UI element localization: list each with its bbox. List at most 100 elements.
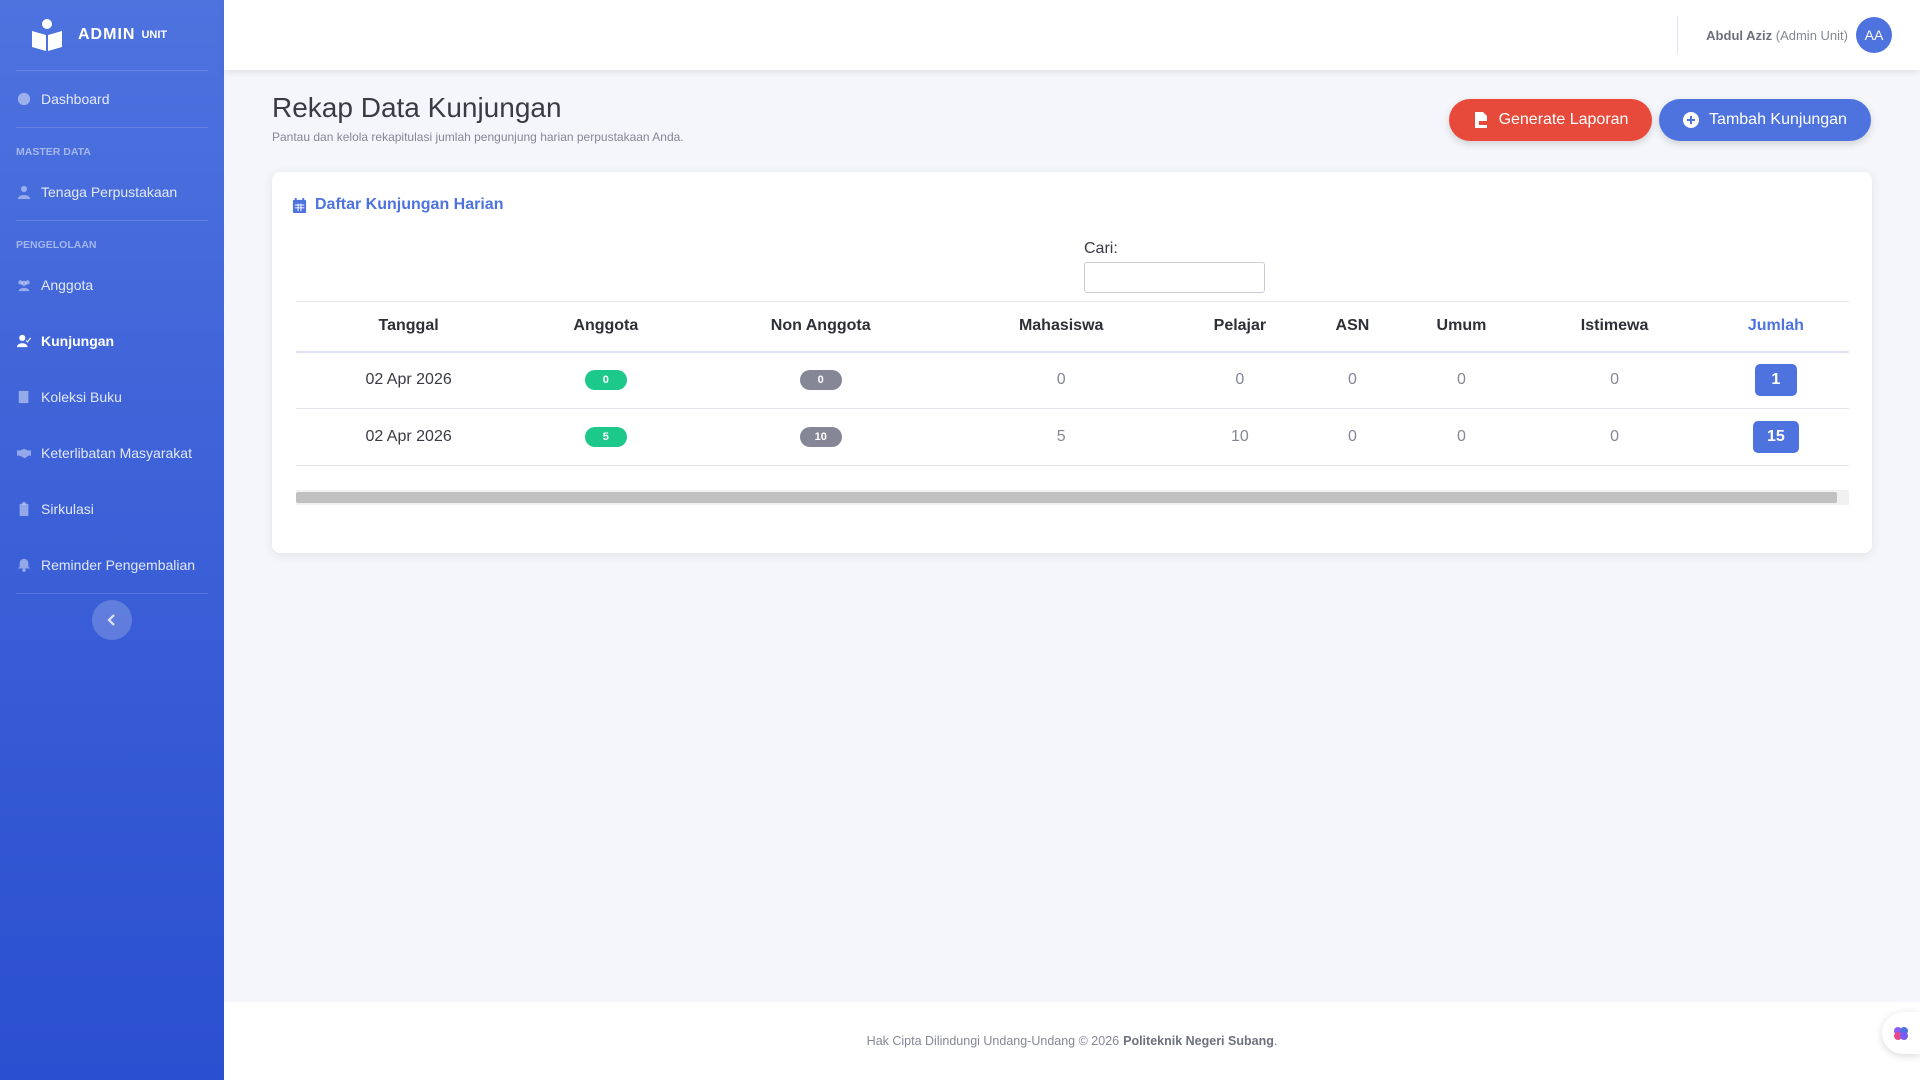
handshake-icon xyxy=(16,445,32,461)
sidebar-item-kunjungan[interactable]: Kunjungan xyxy=(0,313,224,369)
card-title: Daftar Kunjungan Harian xyxy=(292,196,503,214)
divider xyxy=(16,593,208,594)
footer-org: Politeknik Negeri Subang xyxy=(1123,1034,1274,1048)
cell-pelajar: 10 xyxy=(1171,408,1309,466)
sidebar-item-tenaga-perpustakaan[interactable]: Tenaga Perpustakaan xyxy=(0,164,224,220)
scrollbar-thumb[interactable] xyxy=(296,492,1837,503)
user-name: Abdul Aziz xyxy=(1706,27,1773,43)
jumlah-badge: 15 xyxy=(1752,421,1799,453)
cell-date: 02 Apr 2026 xyxy=(296,408,522,466)
table-header-row: Tanggal Anggota Non Anggota Mahasiswa Pe… xyxy=(296,301,1849,352)
bell-icon xyxy=(16,557,32,573)
sidebar-item-sirkulasi[interactable]: Sirkulasi xyxy=(0,481,224,537)
page-title: Rekap Data Kunjungan xyxy=(272,92,562,123)
non-anggota-badge: 10 xyxy=(799,427,842,447)
brand[interactable]: ADMIN UNIT xyxy=(0,0,224,70)
cell-non-anggota: 10 xyxy=(690,408,951,466)
footer: Hak Cipta Dilindungi Undang-Undang © 202… xyxy=(224,1002,1920,1080)
sidebar-toggle-button[interactable] xyxy=(92,600,132,640)
column-header-umum[interactable]: Umum xyxy=(1397,302,1527,352)
topbar: Abdul Aziz (Admin Unit) AA xyxy=(224,0,1920,70)
column-header-tanggal[interactable]: Tanggal xyxy=(296,302,521,352)
clipboard-icon xyxy=(16,501,32,517)
sidebar-item-label: Keterlibatan Masyarakat xyxy=(41,445,192,461)
section-heading-master-data: MASTER DATA xyxy=(16,146,91,158)
section-heading-pengelolaan: PENGELOLAAN xyxy=(16,239,97,251)
card-title-text: Daftar Kunjungan Harian xyxy=(315,196,504,213)
search-input[interactable] xyxy=(1084,262,1265,293)
column-header-non-anggota[interactable]: Non Anggota xyxy=(690,302,950,352)
horizontal-scrollbar[interactable] xyxy=(296,490,1849,505)
cell-mahasiswa: 5 xyxy=(950,408,1172,466)
sidebar-item-reminder-pengembalian[interactable]: Reminder Pengembalian xyxy=(0,537,224,593)
cell-mahasiswa: 0 xyxy=(950,351,1172,409)
book-icon xyxy=(16,389,32,405)
cell-umum: 0 xyxy=(1396,351,1527,409)
column-header-asn[interactable]: ASN xyxy=(1308,302,1396,352)
chevron-left-icon xyxy=(107,614,115,626)
visits-table: Tanggal Anggota Non Anggota Mahasiswa Pe… xyxy=(296,301,1849,466)
cell-anggota: 5 xyxy=(521,408,691,466)
cell-jumlah: 15 xyxy=(1702,408,1849,466)
add-visit-button[interactable]: Tambah Kunjungan xyxy=(1659,99,1871,141)
anggota-badge: 0 xyxy=(584,370,627,391)
column-header-pelajar[interactable]: Pelajar xyxy=(1171,302,1308,352)
topbar-divider xyxy=(1677,16,1678,54)
cell-anggota: 0 xyxy=(521,351,691,409)
cell-date: 02 Apr 2026 xyxy=(296,351,522,409)
brand-name: ADMIN xyxy=(78,26,136,43)
sidebar-item-label: Reminder Pengembalian xyxy=(41,557,196,573)
page-subtitle: Pantau dan kelola rekapitulasi jumlah pe… xyxy=(272,130,684,144)
sidebar-item-keterlibatan-masyarakat[interactable]: Keterlibatan Masyarakat xyxy=(0,425,224,481)
column-header-istimewa[interactable]: Istimewa xyxy=(1526,302,1702,352)
sidebar-item-label: Koleksi Buku xyxy=(41,389,122,405)
plus-circle-icon xyxy=(1683,112,1700,128)
column-header-jumlah[interactable]: Jumlah xyxy=(1703,302,1849,352)
user-check-icon xyxy=(16,333,32,349)
add-visit-label: Tambah Kunjungan xyxy=(1709,111,1847,128)
anggota-badge: 5 xyxy=(584,427,627,447)
cell-istimewa: 0 xyxy=(1526,351,1703,409)
calendar-icon xyxy=(292,197,307,213)
sidebar: ADMIN UNIT Dashboard MASTER DATA Tenaga … xyxy=(0,0,224,1080)
table-row: 02 Apr 2026 5 10 5 10 0 0 0 15 xyxy=(296,408,1849,466)
jumlah-badge: 1 xyxy=(1754,364,1797,397)
assistant-widget-button[interactable] xyxy=(1882,1012,1920,1054)
users-icon xyxy=(16,277,32,293)
cell-umum: 0 xyxy=(1396,408,1527,466)
non-anggota-badge: 0 xyxy=(799,370,842,391)
cell-pelajar: 0 xyxy=(1171,351,1309,409)
cell-jumlah: 1 xyxy=(1702,351,1849,409)
sidebar-item-koleksi-buku[interactable]: Koleksi Buku xyxy=(0,369,224,425)
pdf-file-icon xyxy=(1474,112,1487,128)
brain-icon xyxy=(1894,1027,1908,1040)
sidebar-item-dashboard[interactable]: Dashboard xyxy=(0,71,224,127)
search-label: Cari: xyxy=(1084,240,1118,257)
footer-end: . xyxy=(1273,1034,1278,1048)
brand-sup: UNIT xyxy=(141,29,168,41)
table-row: 02 Apr 2026 0 0 0 0 0 0 0 1 xyxy=(296,351,1849,409)
avatar[interactable]: AA xyxy=(1856,17,1892,53)
daily-visits-card: Daftar Kunjungan Harian Cari: Tanggal An… xyxy=(272,172,1872,553)
dashboard-icon xyxy=(16,91,32,107)
user-menu[interactable]: Abdul Aziz (Admin Unit) AA xyxy=(1706,16,1892,54)
generate-report-button[interactable]: Generate Laporan xyxy=(1449,99,1652,141)
column-header-mahasiswa[interactable]: Mahasiswa xyxy=(951,302,1171,352)
cell-istimewa: 0 xyxy=(1526,408,1703,466)
sidebar-item-label: Anggota xyxy=(41,277,94,293)
cell-asn: 0 xyxy=(1308,408,1397,466)
sidebar-item-label: Tenaga Perpustakaan xyxy=(41,184,178,200)
cell-asn: 0 xyxy=(1308,351,1397,409)
sidebar-item-label: Kunjungan xyxy=(41,333,115,349)
book-reader-logo-icon xyxy=(32,19,62,51)
sidebar-item-label: Sirkulasi xyxy=(41,501,94,517)
user-role: (Admin Unit) xyxy=(1775,27,1848,43)
cell-non-anggota: 0 xyxy=(690,351,951,409)
sidebar-item-anggota[interactable]: Anggota xyxy=(0,257,224,313)
user-icon xyxy=(16,184,32,200)
column-header-anggota[interactable]: Anggota xyxy=(521,302,690,352)
generate-report-label: Generate Laporan xyxy=(1498,111,1629,128)
user-name-label: Abdul Aziz (Admin Unit) xyxy=(1706,28,1848,43)
sidebar-item-label: Dashboard xyxy=(41,91,110,107)
footer-text: Hak Cipta Dilindungi Undang-Undang © 202… xyxy=(866,1034,1120,1048)
